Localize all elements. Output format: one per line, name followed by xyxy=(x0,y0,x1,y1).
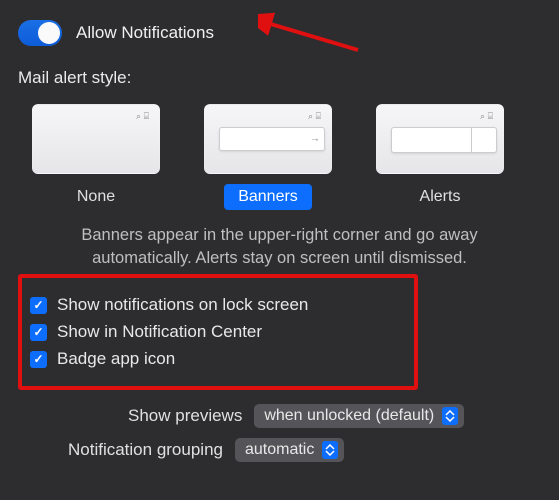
style-thumb-banners: ⌕ ⌸ → xyxy=(204,104,332,174)
arrow-right-icon: → xyxy=(310,134,320,145)
notification-grouping-label: Notification grouping xyxy=(68,440,223,460)
allow-notifications-label: Allow Notifications xyxy=(76,23,214,43)
style-thumb-alerts: ⌕ ⌸ xyxy=(376,104,504,174)
chevron-up-down-icon xyxy=(442,407,458,425)
alert-preview-icon xyxy=(391,127,497,153)
checkbox-notification-center[interactable]: ✓ xyxy=(30,324,47,341)
highlight-annotation-box: ✓ Show notifications on lock screen ✓ Sh… xyxy=(18,274,418,390)
checkbox-label-notification-center: Show in Notification Center xyxy=(57,322,262,342)
checkbox-row-lock-screen[interactable]: ✓ Show notifications on lock screen xyxy=(30,295,406,315)
style-thumb-none: ⌕ ⌸ xyxy=(32,104,160,174)
style-option-banners[interactable]: ⌕ ⌸ → Banners xyxy=(204,104,332,210)
show-previews-label: Show previews xyxy=(128,406,242,426)
checkbox-lock-screen[interactable]: ✓ xyxy=(30,297,47,314)
style-label-banners: Banners xyxy=(224,184,312,210)
alert-style-row: ⌕ ⌸ None ⌕ ⌸ → Banners ⌕ ⌸ Alerts xyxy=(18,104,541,210)
checkbox-label-lock-screen: Show notifications on lock screen xyxy=(57,295,308,315)
alert-style-label: Mail alert style: xyxy=(18,68,541,88)
checkbox-row-notification-center[interactable]: ✓ Show in Notification Center xyxy=(30,322,406,342)
notification-grouping-value: automatic xyxy=(245,441,314,459)
toolbar-glyphs-icon: ⌕ ⌸ xyxy=(136,111,149,122)
notification-grouping-row: Notification grouping automatic xyxy=(18,438,541,462)
show-previews-dropdown[interactable]: when unlocked (default) xyxy=(254,404,464,428)
style-option-alerts[interactable]: ⌕ ⌸ Alerts xyxy=(376,104,504,210)
show-previews-row: Show previews when unlocked (default) xyxy=(18,404,541,428)
toolbar-glyphs-icon: ⌕ ⌸ xyxy=(308,111,321,122)
notification-grouping-dropdown[interactable]: automatic xyxy=(235,438,344,462)
checkbox-label-badge: Badge app icon xyxy=(57,349,175,369)
style-option-none[interactable]: ⌕ ⌸ None xyxy=(32,104,160,210)
allow-notifications-toggle[interactable] xyxy=(18,20,62,46)
banner-preview-icon: → xyxy=(219,127,325,151)
checkbox-badge[interactable]: ✓ xyxy=(30,351,47,368)
show-previews-value: when unlocked (default) xyxy=(264,407,434,425)
toolbar-glyphs-icon: ⌕ ⌸ xyxy=(480,111,493,122)
chevron-up-down-icon xyxy=(322,441,338,459)
checkbox-row-badge[interactable]: ✓ Badge app icon xyxy=(30,349,406,369)
style-label-none: None xyxy=(63,184,129,210)
style-label-alerts: Alerts xyxy=(406,184,475,210)
alert-style-description: Banners appear in the upper-right corner… xyxy=(18,224,541,270)
